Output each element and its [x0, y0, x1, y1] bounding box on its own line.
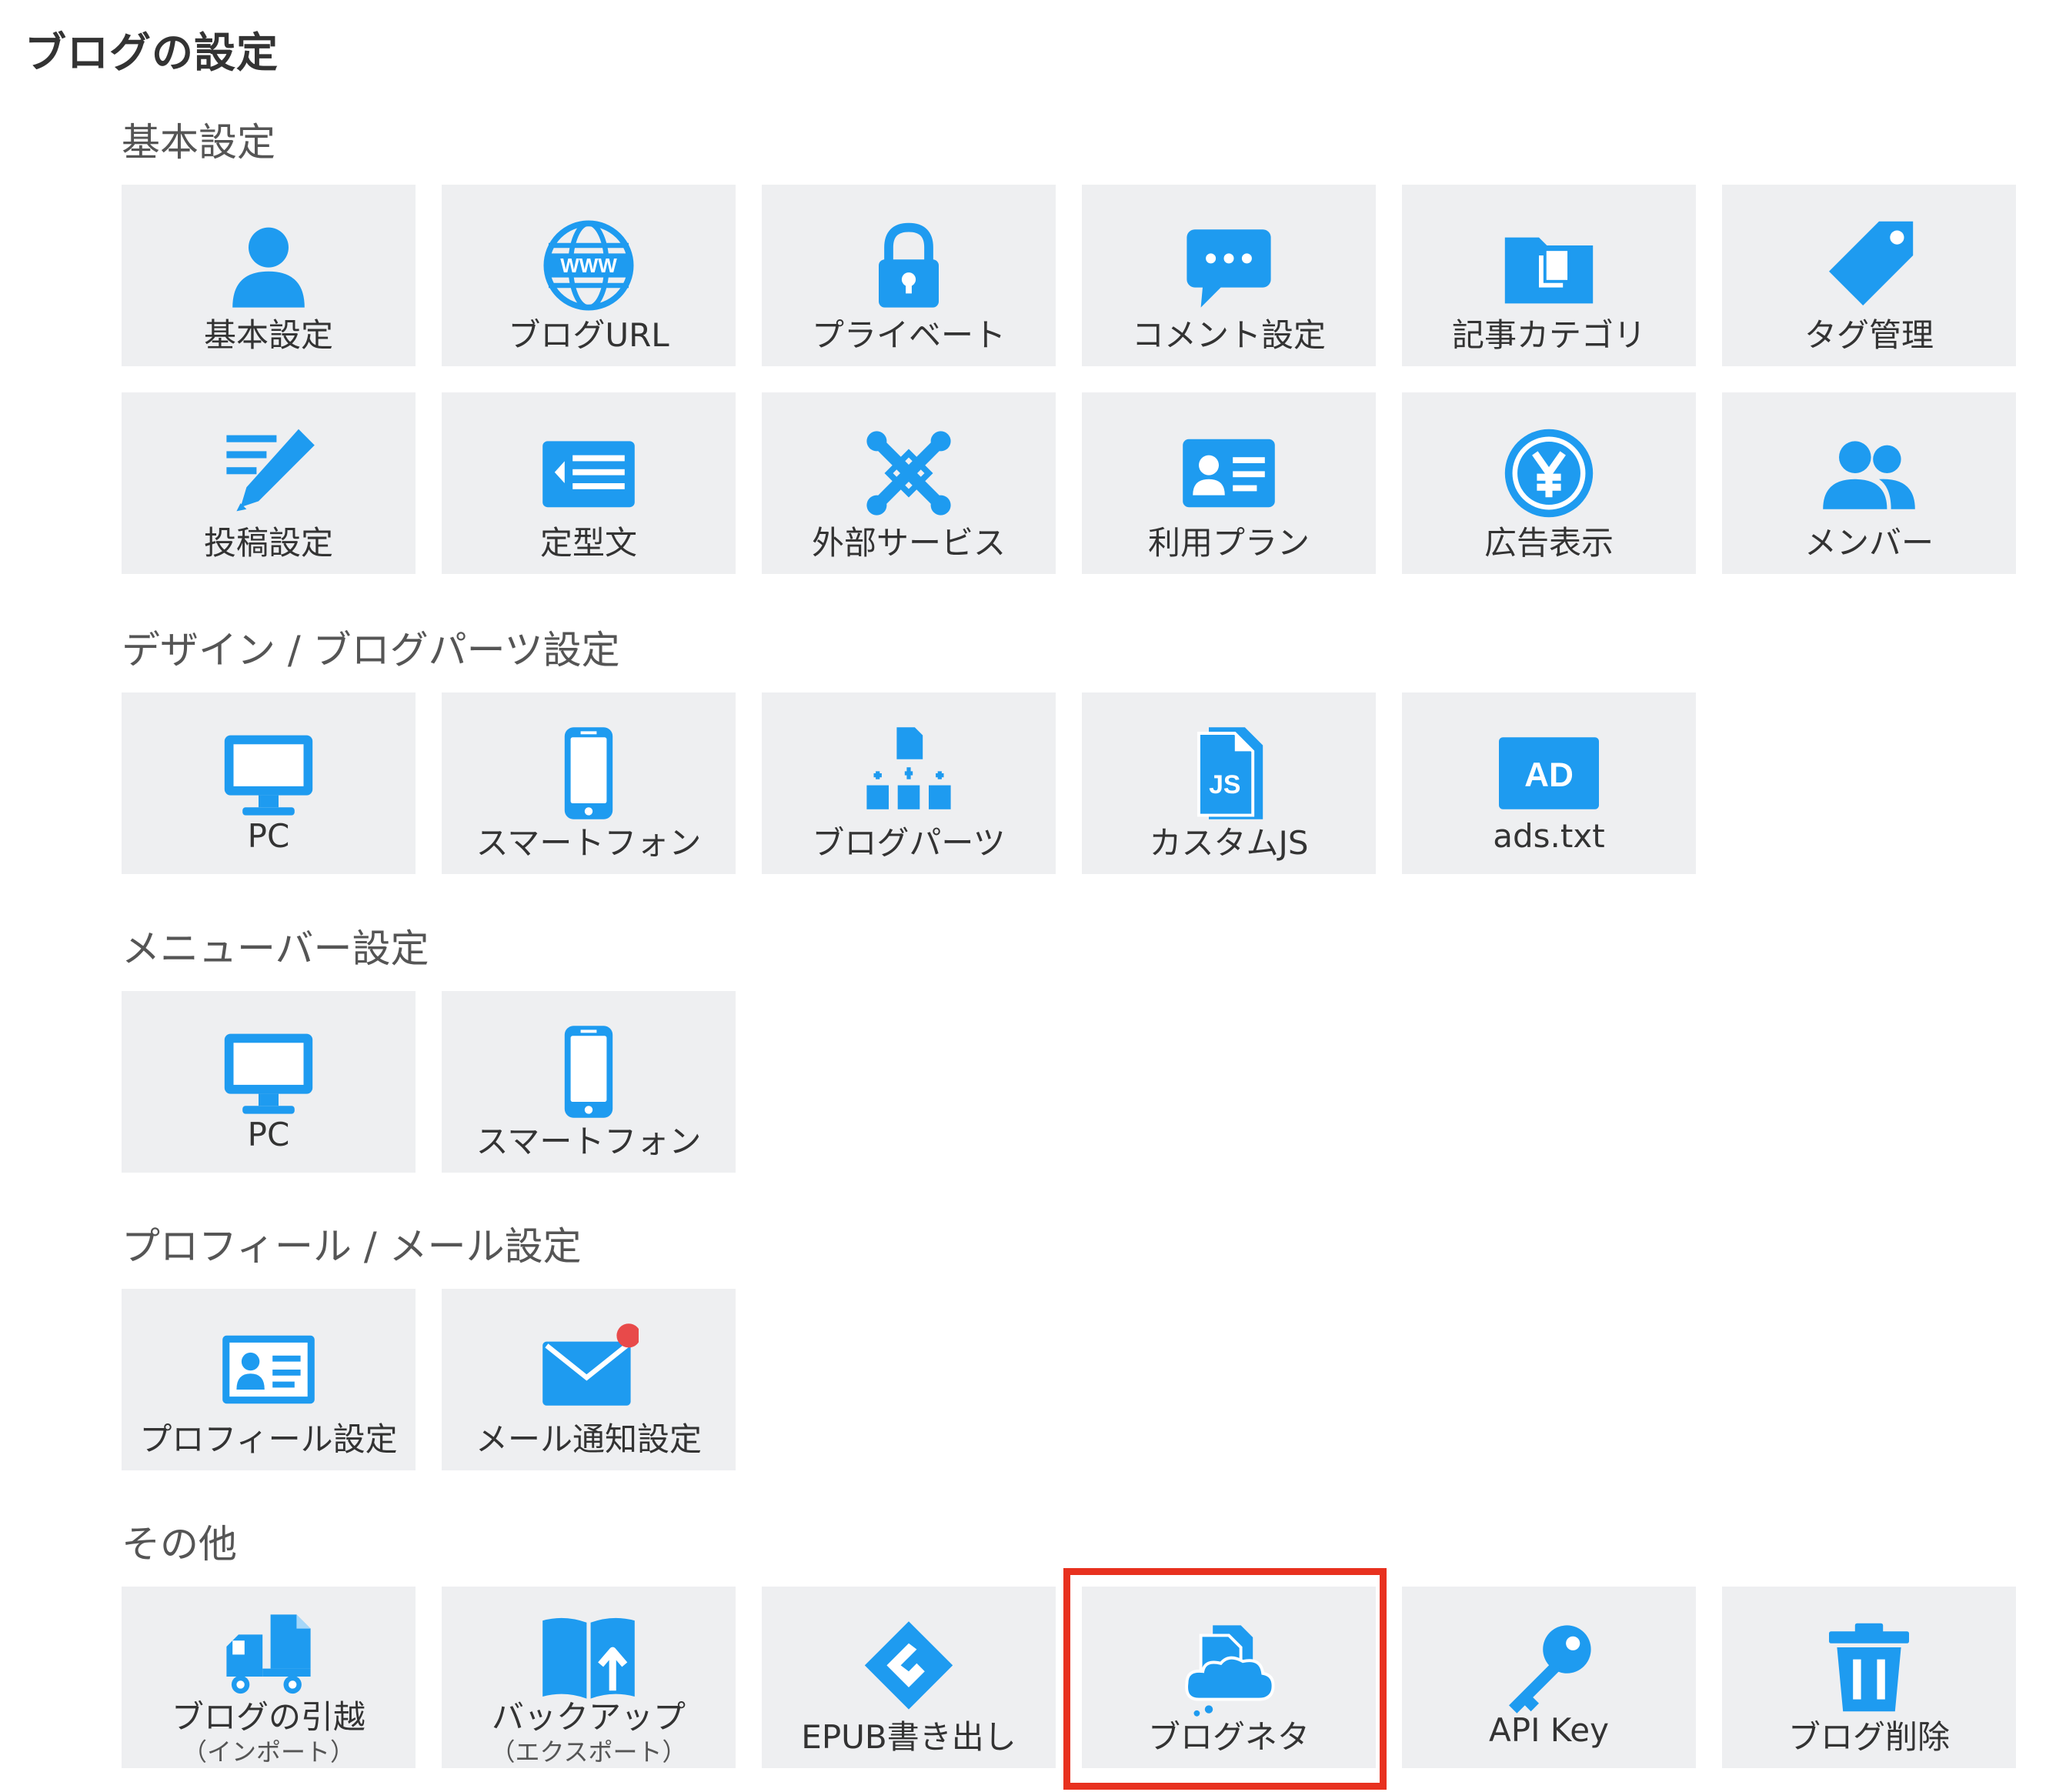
members-icon: [1819, 423, 1919, 523]
tile-label: メンバー: [1804, 524, 1934, 562]
mail-notification-icon: [539, 1320, 639, 1420]
tile-label: ブログ削除: [1787, 1718, 1950, 1756]
profile-card-icon: [219, 1320, 319, 1420]
blog-parts-icon: [859, 723, 959, 823]
section-menubar: メニューバー設定 PC スマートフォン: [122, 922, 2038, 1173]
section-title: デザイン / ブログパーツ設定: [122, 628, 620, 672]
tile-label: バックアップ: [491, 1698, 686, 1736]
highlight-box: [1063, 1568, 1387, 1790]
tile-ads-txt[interactable]: AD ads.txt: [1402, 692, 1696, 874]
tile-label: API Key: [1489, 1711, 1609, 1749]
tile-members[interactable]: メンバー: [1722, 392, 2016, 574]
tile-template-text[interactable]: 定型文: [442, 392, 736, 574]
tile-label: スマートフォン: [476, 824, 702, 862]
tile-blog-delete[interactable]: ブログ削除: [1722, 1587, 2016, 1768]
folder-icon: [1499, 215, 1599, 315]
lock-icon: [859, 215, 959, 315]
tile-menubar-smartphone[interactable]: スマートフォン: [442, 991, 736, 1173]
tile-sublabel: （インポート）: [182, 1737, 355, 1767]
id-card-icon: [1179, 423, 1279, 523]
tile-label: コメント設定: [1131, 316, 1326, 354]
tile-label: 広告表示: [1484, 524, 1614, 562]
tile-ad-display[interactable]: 広告表示: [1402, 392, 1696, 574]
smartphone-icon: [539, 723, 639, 823]
tile-comment-settings[interactable]: コメント設定: [1082, 185, 1376, 366]
tile-label: 記事カテゴリ: [1451, 316, 1646, 354]
tile-label: プライベート: [811, 316, 1006, 354]
svg-text:JS: JS: [1209, 770, 1240, 799]
tile-design-smartphone[interactable]: スマートフォン: [442, 692, 736, 874]
tile-label: 定型文: [539, 524, 637, 562]
tile-blog-url[interactable]: WWW ブログURL: [442, 185, 736, 366]
yen-circle-icon: [1499, 423, 1599, 523]
key-icon: [1499, 1617, 1599, 1717]
tile-profile-settings[interactable]: プロフィール設定: [122, 1289, 416, 1470]
trash-icon: [1819, 1617, 1919, 1717]
section-profile: プロフィール / メール設定 プロフィール設定 メール通知設定: [122, 1220, 2038, 1470]
section-design: デザイン / ブログパーツ設定 PC スマートフォン ブログパーツ JS カスタ…: [122, 623, 2038, 874]
pencil-icon: [219, 423, 319, 523]
js-file-icon: JS: [1179, 723, 1279, 823]
tile-private[interactable]: プライベート: [762, 185, 1056, 366]
tile-label: 投稿設定: [203, 524, 333, 562]
tile-basic-settings[interactable]: 基本設定: [122, 185, 416, 366]
svg-text:WWW: WWW: [560, 254, 617, 277]
tile-label: カスタムJS: [1149, 824, 1309, 862]
ad-badge-text: AD: [1524, 756, 1574, 794]
tile-tag-management[interactable]: タグ管理: [1722, 185, 2016, 366]
tile-usage-plan[interactable]: 利用プラン: [1082, 392, 1376, 574]
tile-menubar-pc[interactable]: PC: [122, 991, 416, 1173]
epub-icon: [859, 1617, 959, 1717]
smartphone-icon: [539, 1022, 639, 1122]
tile-label: スマートフォン: [476, 1123, 702, 1160]
external-service-icon: [859, 423, 959, 523]
tile-label: 利用プラン: [1147, 524, 1310, 562]
tile-custom-js[interactable]: JS カスタムJS: [1082, 692, 1376, 874]
tile-backup-export[interactable]: バックアップ （エクスポート）: [442, 1587, 736, 1768]
tile-label: PC: [247, 817, 290, 855]
tile-label: EPUB書き出し: [801, 1718, 1016, 1756]
section-title: メニューバー設定: [122, 926, 429, 971]
tile-epub-export[interactable]: EPUB書き出し: [762, 1587, 1056, 1768]
ad-badge-icon: AD: [1499, 723, 1599, 823]
page-title: ブログの設定: [25, 28, 279, 77]
tile-article-category[interactable]: 記事カテゴリ: [1402, 185, 1696, 366]
tile-api-key[interactable]: API Key: [1402, 1587, 1696, 1768]
tile-design-pc[interactable]: PC: [122, 692, 416, 874]
tile-label: ブログURL: [508, 316, 669, 354]
tile-label: PC: [247, 1116, 290, 1153]
template-text-icon: [539, 423, 639, 523]
tile-mail-notification[interactable]: メール通知設定: [442, 1289, 736, 1470]
tile-external-service[interactable]: 外部サービス: [762, 392, 1056, 574]
tile-blog-import[interactable]: ブログの引越 （インポート）: [122, 1587, 416, 1768]
tile-label: ブログパーツ: [812, 824, 1006, 862]
section-title: プロフィール / メール設定: [122, 1224, 582, 1269]
tile-sublabel: （エクスポート）: [490, 1737, 687, 1767]
tile-label: メール通知設定: [475, 1420, 702, 1458]
tile-blog-parts[interactable]: ブログパーツ: [762, 692, 1056, 874]
person-icon: [219, 215, 319, 315]
section-basic: 基本設定 基本設定 WWW ブログURL プライベート コメント設定 記事カテゴ…: [122, 115, 2038, 574]
tile-label: ブログの引越: [171, 1698, 365, 1736]
section-title: 基本設定: [122, 120, 275, 165]
tile-label: プロフィール設定: [139, 1420, 398, 1458]
tile-post-settings[interactable]: 投稿設定: [122, 392, 416, 574]
comment-bubble-icon: [1179, 215, 1279, 315]
tag-icon: [1819, 215, 1919, 315]
www-globe-icon: WWW: [539, 215, 639, 315]
monitor-icon: [219, 723, 319, 823]
tile-label: 外部サービス: [811, 524, 1006, 562]
tile-label: タグ管理: [1804, 316, 1934, 354]
tile-label: ads.txt: [1493, 817, 1605, 855]
monitor-icon: [219, 1022, 319, 1122]
tile-label: 基本設定: [203, 316, 333, 354]
